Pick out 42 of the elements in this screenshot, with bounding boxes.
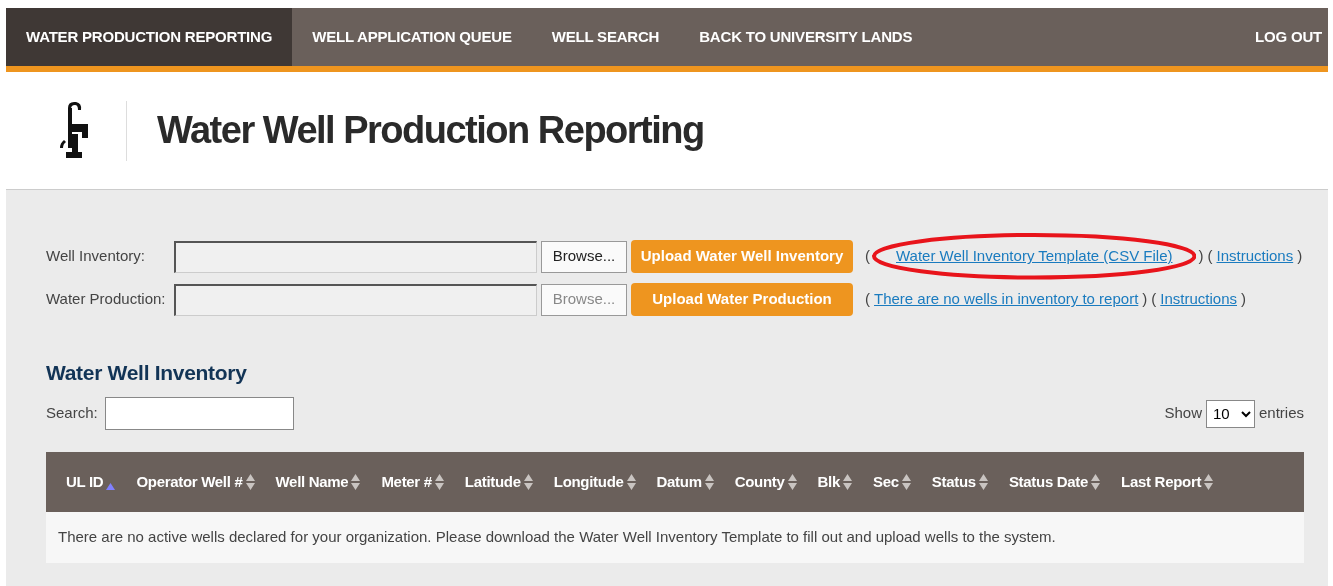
column-header[interactable]: Operator Well #	[136, 470, 243, 494]
column-header[interactable]: Sec	[873, 470, 899, 494]
column-header[interactable]: Status Date	[1008, 470, 1089, 494]
parenthesis: )	[1241, 289, 1246, 310]
parenthesis: (	[1207, 246, 1213, 267]
column-header[interactable]: Last Report	[1121, 470, 1202, 494]
column-header[interactable]: Blk	[817, 470, 841, 494]
nav-link[interactable]: BACK TO UNIVERSITY LANDS	[679, 8, 933, 66]
nav-link[interactable]: WELL SEARCH	[531, 8, 680, 66]
logout-link[interactable]: LOG OUT	[1235, 8, 1328, 66]
page-title: Water Well Production Reporting	[157, 107, 704, 153]
parenthesis: (	[1151, 289, 1157, 310]
page-size-select[interactable]: 10	[1205, 399, 1255, 428]
column-header[interactable]: Longitude	[553, 470, 624, 494]
show-label: Show	[1164, 403, 1202, 424]
column-header[interactable]: Meter #	[381, 470, 432, 494]
entries-label: entries	[1258, 403, 1304, 424]
file-path-field[interactable]	[174, 283, 537, 316]
search-field[interactable]	[104, 397, 294, 431]
section-title: Water Well Inventory	[46, 360, 248, 386]
link[interactable]: There are no wells in inventory to report	[874, 288, 1139, 311]
column-header[interactable]: Status	[931, 470, 976, 494]
parenthesis: )	[1142, 289, 1148, 310]
parenthesis: )	[1297, 246, 1303, 267]
search-label: Search:	[46, 403, 98, 424]
column-header[interactable]: UL ID	[66, 470, 104, 494]
column-header[interactable]: Datum	[656, 470, 702, 494]
column-header[interactable]: Well Name	[275, 470, 349, 494]
column-header[interactable]: County	[734, 470, 785, 494]
parenthesis: (	[865, 246, 870, 267]
empty-message: There are no active wells declared for your organization. Please download the Water Well Inventory Template to fill out and upload wells to the system.	[46, 512, 1304, 563]
link[interactable]: Instructions	[1216, 245, 1294, 268]
nav-link[interactable]: WATER PRODUCTION REPORTING	[6, 8, 293, 66]
browse-button[interactable]: Browse...	[541, 240, 627, 273]
parenthesis: )	[1198, 246, 1204, 267]
link[interactable]: Instructions	[1160, 288, 1237, 311]
field-label: Well Inventory:	[46, 246, 146, 267]
parenthesis: (	[865, 289, 870, 310]
field-label: Water Production:	[46, 289, 167, 310]
nav-link[interactable]: WELL APPLICATION QUEUE	[292, 8, 532, 66]
file-path-field[interactable]	[174, 240, 537, 273]
column-header[interactable]: Latitude	[464, 470, 521, 494]
